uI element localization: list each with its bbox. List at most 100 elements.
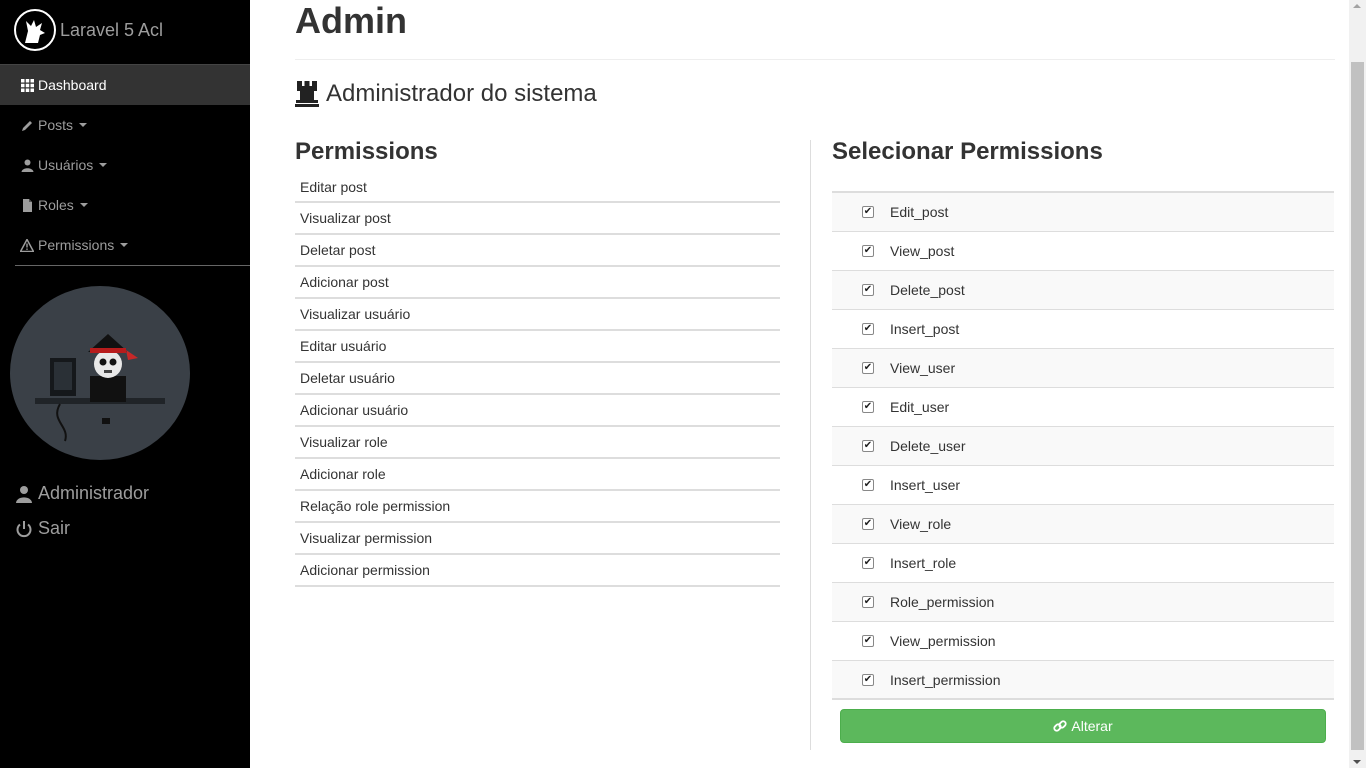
permission-checkbox[interactable]: ✔ [862,401,874,413]
permission-label: Role_permission [890,594,995,610]
permission-checkbox[interactable]: ✔ [862,518,874,530]
caret-down-icon [79,123,88,127]
list-item: Adicionar post [295,267,780,299]
list-item: Deletar usuário [295,363,780,395]
sidebar-divider [15,265,250,266]
permission-label: Insert_permission [890,671,1001,688]
table-row: ✔ Insert_post [832,310,1334,349]
rook-icon [295,81,319,107]
permission-label: Delete_user [890,438,966,454]
select-permissions-table: ✔ Edit_post ✔ View_post ✔ Delete_post ✔ Inse… [832,191,1334,700]
caret-down-icon [99,163,108,167]
list-item: Visualizar usuário [295,299,780,331]
table-row: ✔ Edit_user [832,388,1334,427]
permission-label: Edit_post [890,204,949,220]
permission-label: Insert_post [890,321,960,337]
column-divider [810,140,811,750]
wolf-logo-icon [14,9,56,51]
table-row: ✔ Insert_role [832,544,1334,583]
permission-label: Edit_user [890,399,950,415]
sidebar-nav: Dashboard Posts Usuários Roles Permissio… [0,64,250,265]
nav-label: Permissions [38,237,115,253]
nav-item-dashboard[interactable]: Dashboard [0,65,250,105]
list-item: Visualizar permission [295,523,780,555]
permission-checkbox[interactable]: ✔ [862,206,874,218]
alterar-label: Alterar [1071,718,1113,734]
scrollbar[interactable] [1349,0,1366,768]
scroll-down-icon[interactable] [1353,760,1361,764]
user-name: Administrador [38,483,150,503]
permission-checkbox[interactable]: ✔ [862,479,874,491]
list-item: Editar usuário [295,331,780,363]
permission-checkbox[interactable]: ✔ [862,245,874,257]
alterar-button[interactable]: Alterar [840,709,1326,743]
scroll-up-icon[interactable] [1353,4,1361,8]
nav-label: Roles [38,197,74,213]
nav-label: Usuários [38,157,94,173]
permission-label: Delete_post [890,282,965,298]
table-row: ✔ View_post [832,232,1334,271]
permission-label: Insert_role [890,555,957,571]
permission-checkbox[interactable]: ✔ [862,557,874,569]
logout-link[interactable]: Sair [15,518,70,539]
table-row: ✔ Role_permission [832,583,1334,622]
caret-down-icon [120,243,129,247]
permission-checkbox[interactable]: ✔ [862,362,874,374]
file-icon [20,198,34,212]
list-item: Adicionar permission [295,555,780,587]
grid-icon [20,78,34,92]
user-icon [20,158,34,172]
list-item: Adicionar usuário [295,395,780,427]
user-profile-link[interactable]: Administrador [15,483,149,504]
permission-label: View_post [890,243,955,259]
nav-label: Posts [38,117,74,133]
table-row: ✔ Delete_user [832,427,1334,466]
brand-name: Laravel 5 Acl [60,19,164,40]
permission-checkbox[interactable]: ✔ [862,673,874,686]
nav-item-posts[interactable]: Posts [0,105,250,145]
sidebar: Laravel 5 Acl Dashboard Posts Usuários R… [0,0,250,768]
avatar [10,286,190,460]
page-title: Admin [295,0,407,41]
list-item: Visualizar role [295,427,780,459]
permission-checkbox[interactable]: ✔ [862,635,874,647]
list-item: Visualizar post [295,203,780,235]
nav-label: Dashboard [38,77,107,93]
permissions-list: Editar post Visualizar post Deletar post… [295,173,780,587]
pencil-icon [20,118,34,132]
nav-item-permissions[interactable]: Permissions [0,225,250,265]
table-row: ✔ Delete_post [832,271,1334,310]
role-name: Administrador do sistema [326,80,597,107]
logout-label: Sair [38,518,71,538]
link-icon [1053,719,1067,733]
main-content: Admin Administrador do sistema Permissio… [250,0,1350,768]
table-row: ✔ Insert_permission [832,661,1334,700]
list-item: Deletar post [295,235,780,267]
nav-item-roles[interactable]: Roles [0,185,250,225]
permission-checkbox[interactable]: ✔ [862,284,874,296]
power-icon [15,520,33,538]
table-row: ✔ View_user [832,349,1334,388]
permissions-heading: Permissions [295,138,438,165]
title-divider [295,59,1335,60]
list-item: Editar post [295,173,780,203]
warning-icon [20,238,34,252]
caret-down-icon [79,203,88,207]
list-item: Adicionar role [295,459,780,491]
permission-label: View_permission [890,633,996,649]
table-row: ✔ View_role [832,505,1334,544]
select-permissions-column: Selecionar Permissions ✔ Edit_post ✔ View_… [832,137,1334,700]
table-row: ✔ View_permission [832,622,1334,661]
select-permissions-heading: Selecionar Permissions [832,138,1103,165]
permission-label: View_user [890,360,956,376]
permission-checkbox[interactable]: ✔ [862,596,874,608]
permission-label: View_role [890,516,952,532]
table-row: ✔ Insert_user [832,466,1334,505]
role-heading: Administrador do sistema [295,80,597,108]
permission-checkbox[interactable]: ✔ [862,440,874,452]
nav-item-usuarios[interactable]: Usuários [0,145,250,185]
scrollbar-thumb[interactable] [1351,62,1364,750]
brand[interactable]: Laravel 5 Acl [14,9,163,51]
list-item: Relação role permission [295,491,780,523]
permission-checkbox[interactable]: ✔ [862,323,874,335]
